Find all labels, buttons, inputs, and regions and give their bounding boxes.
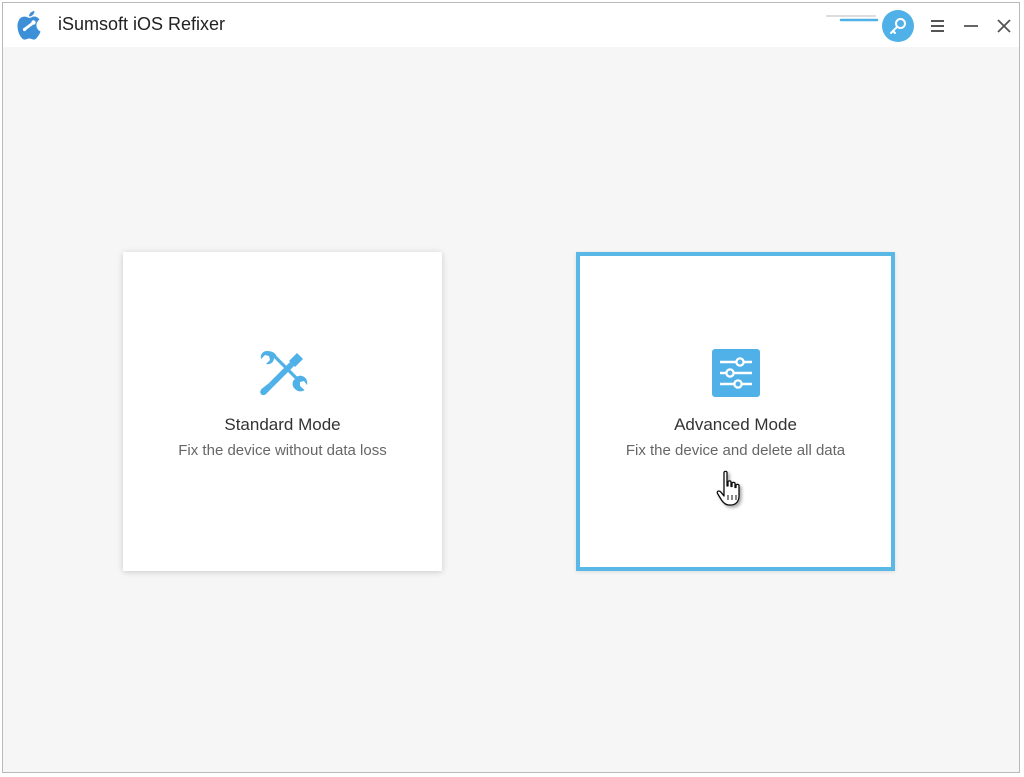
tools-icon [259,351,307,396]
title-bar: iSumsoft iOS Refixer [3,3,1019,47]
standard-mode-card[interactable]: Standard Mode Fix the device without dat… [123,252,442,571]
register-key-button[interactable] [882,10,914,42]
mode-title: Standard Mode [224,415,341,434]
close-icon [997,19,1011,33]
advanced-mode-card[interactable]: Advanced Mode Fix the device and delete … [576,252,895,571]
key-icon [890,18,906,34]
menu-button[interactable] [923,12,951,40]
minimize-button[interactable] [957,12,985,40]
app-title: iSumsoft iOS Refixer [58,14,226,34]
feedback-decoration-icon [826,15,879,22]
mode-description: Fix the device and delete all data [625,442,846,459]
close-button[interactable] [990,12,1018,40]
mode-description: Fix the device without data loss [178,442,387,459]
minimize-icon [964,25,978,27]
sliders-icon [711,349,760,397]
hand-pointer-cursor-icon [716,470,740,506]
app-window: iSumsoft iOS Refixer Standard Mode Fix t… [2,2,1020,773]
apple-repair-logo-icon [17,11,41,40]
mode-title: Advanced Mode [674,415,797,434]
menu-icon [931,20,944,32]
